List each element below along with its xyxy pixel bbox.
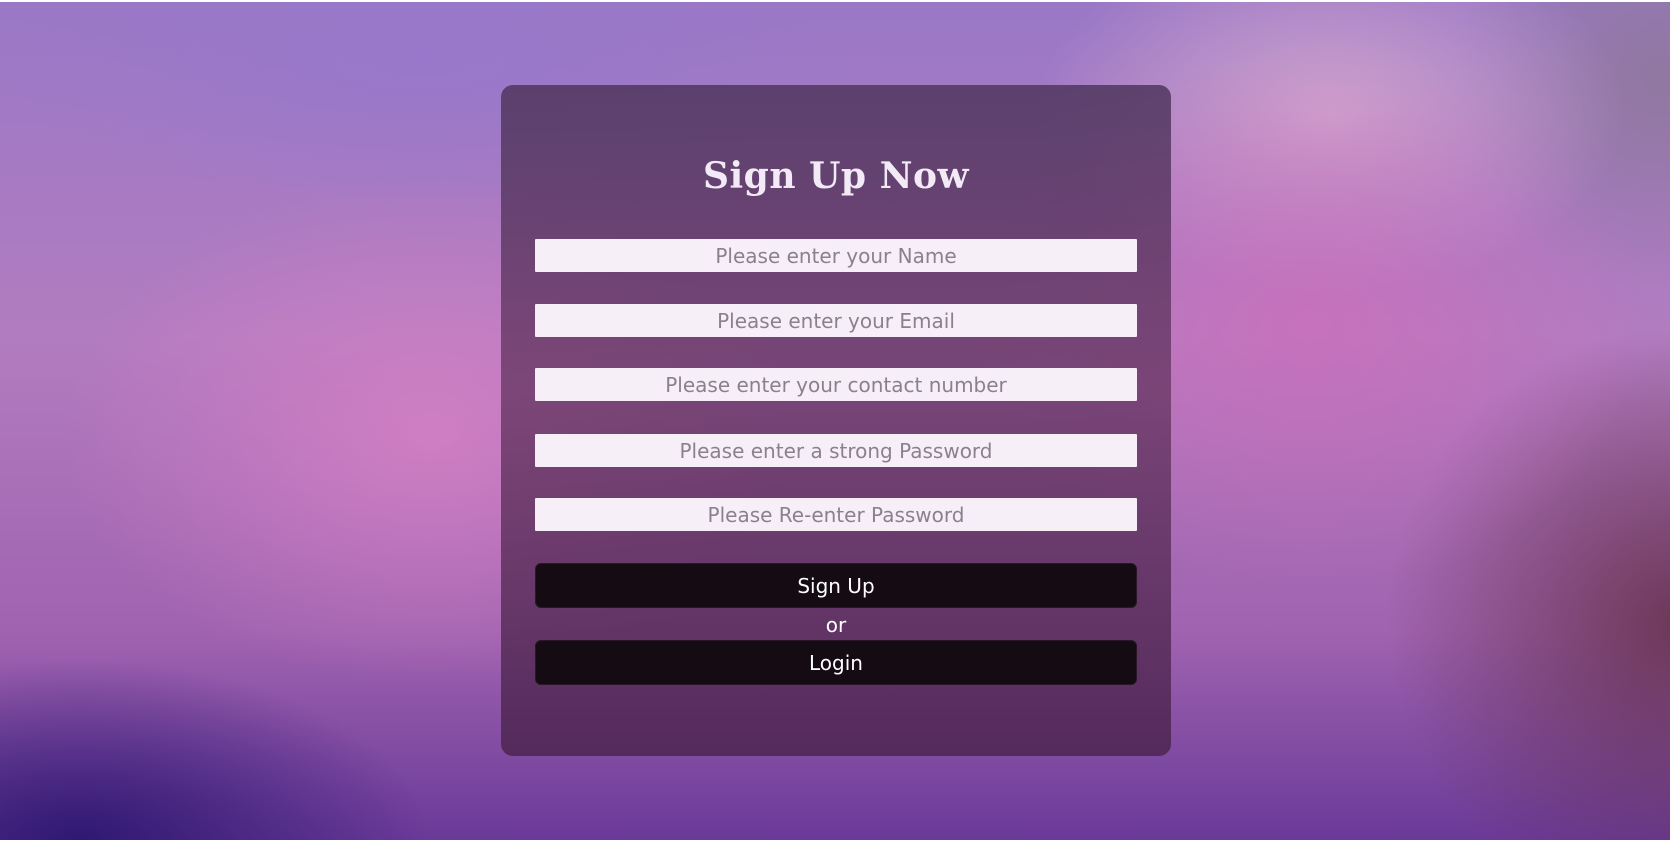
email-field[interactable]: [535, 304, 1137, 337]
signup-card: Sign Up Now Sign Up or Login: [501, 85, 1171, 756]
form-title: Sign Up Now: [702, 155, 970, 197]
password-field[interactable]: [535, 434, 1137, 467]
contact-number-field[interactable]: [535, 368, 1137, 401]
login-button[interactable]: Login: [535, 640, 1137, 685]
signup-button[interactable]: Sign Up: [535, 563, 1137, 608]
page-background: Sign Up Now Sign Up or Login: [0, 2, 1670, 840]
name-field[interactable]: [535, 239, 1137, 272]
or-separator: or: [825, 613, 847, 637]
confirm-password-field[interactable]: [535, 498, 1137, 531]
